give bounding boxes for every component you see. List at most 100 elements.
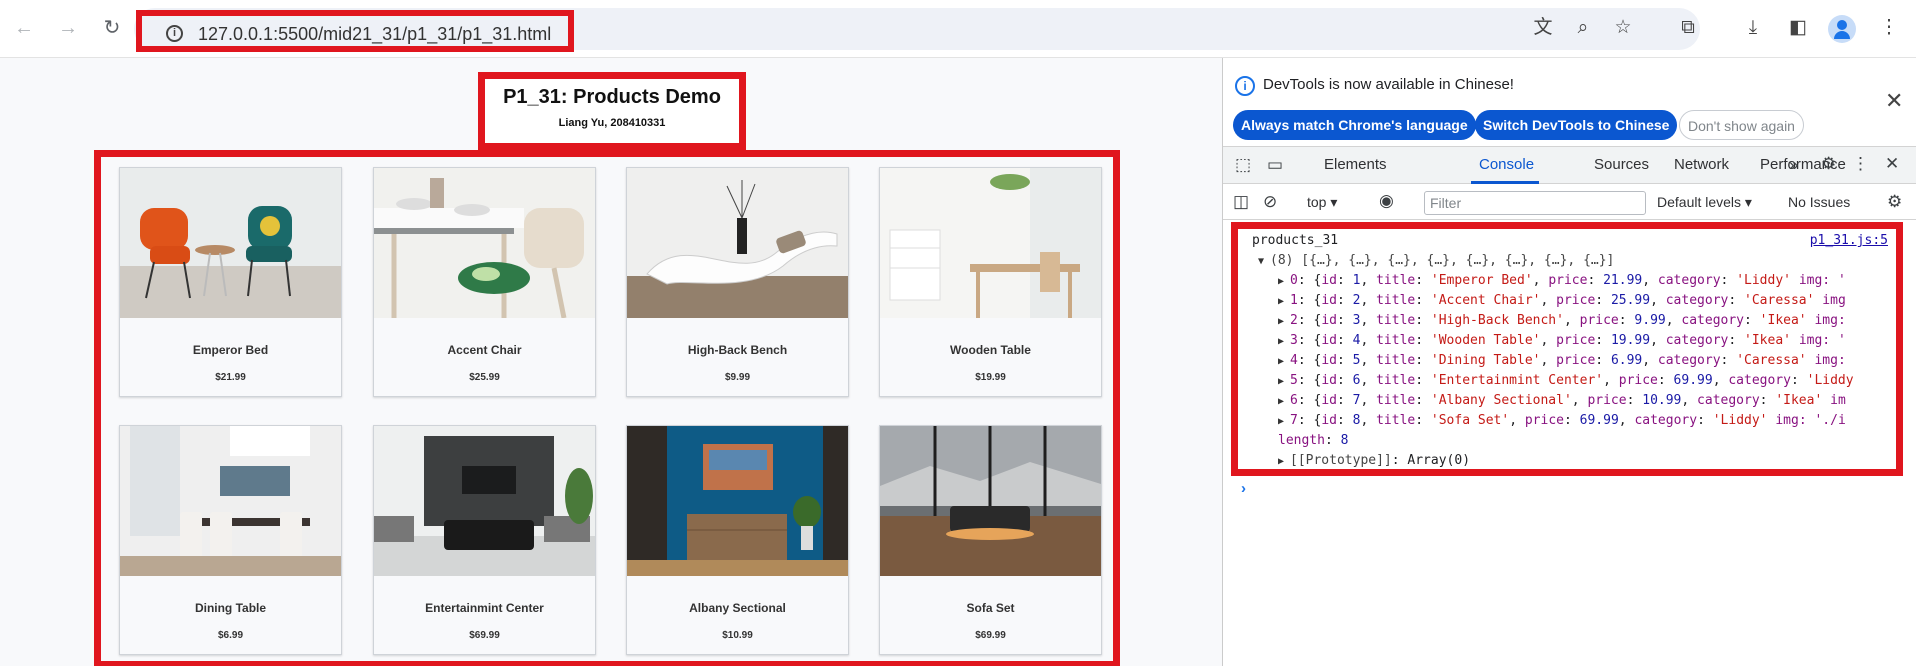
product-price: $25.99 <box>469 372 500 383</box>
row-tail: img: ' <box>1798 333 1846 348</box>
console-prompt-icon[interactable]: › <box>1241 480 1246 497</box>
expand-arrow-icon[interactable]: ▶ <box>1278 272 1290 292</box>
translate-icon[interactable]: 文 <box>1530 15 1556 41</box>
issues-counter[interactable]: No Issues <box>1788 194 1850 210</box>
product-price: $69.99 <box>975 630 1006 641</box>
array-length-line: length: 8 <box>1278 433 1349 448</box>
tab-sources[interactable]: Sources <box>1594 156 1649 173</box>
row-id: 5 <box>1352 353 1361 368</box>
zoom-icon[interactable]: ⌕ <box>1570 15 1596 41</box>
source-link[interactable]: p1_31.js:5 <box>1810 233 1888 248</box>
context-selector[interactable]: top ▾ <box>1307 194 1337 211</box>
side-panel-icon[interactable]: ◧ <box>1785 15 1811 41</box>
product-card[interactable]: Entertainmint Center $69.99 <box>373 425 596 655</box>
array-item-row[interactable]: ▶ 6: {id: 7, title: 'Albany Sectional', p… <box>1278 391 1846 411</box>
profile-avatar-icon[interactable] <box>1828 15 1856 43</box>
tab-elements[interactable]: Elements <box>1324 156 1387 173</box>
row-id: 1 <box>1352 273 1361 288</box>
expand-arrow-icon[interactable]: ▶ <box>1278 392 1290 412</box>
expand-arrow-icon[interactable]: ▶ <box>1278 352 1290 372</box>
array-item-row[interactable]: ▶ 3: {id: 4, title: 'Wooden Table', price… <box>1278 331 1846 351</box>
array-item-row[interactable]: ▶ 7: {id: 8, title: 'Sofa Set', price: 69… <box>1278 411 1846 431</box>
download-icon[interactable]: ⤓ <box>1740 15 1766 41</box>
row-tail: im <box>1830 393 1846 408</box>
row-title: 'Albany Sectional' <box>1430 393 1572 408</box>
row-price: 9.99 <box>1634 313 1666 328</box>
inspect-element-icon[interactable]: ⬚ <box>1235 155 1251 175</box>
reload-icon[interactable]: ↻ <box>98 14 126 42</box>
sidebar-toggle-icon[interactable]: ◫ <box>1233 192 1249 212</box>
product-title: Accent Chair <box>447 343 522 357</box>
dont-show-again-button[interactable]: Don't show again <box>1679 110 1804 140</box>
product-title: Wooden Table <box>950 343 1031 357</box>
close-banner-icon[interactable]: ✕ <box>1885 90 1903 112</box>
product-image <box>374 168 595 318</box>
product-title: Sofa Set <box>966 601 1015 615</box>
product-title: Emperor Bed <box>192 343 269 357</box>
product-card[interactable]: Wooden Table $19.99 <box>879 167 1102 397</box>
array-item-row[interactable]: ▶ 5: {id: 6, title: 'Entertainmint Center… <box>1278 371 1854 391</box>
bookmark-star-icon[interactable]: ☆ <box>1610 15 1636 41</box>
tab-console[interactable]: Console <box>1479 156 1534 173</box>
row-title: 'Dining Table' <box>1430 353 1541 368</box>
extensions-icon[interactable]: ⧉ <box>1675 15 1701 41</box>
live-expression-eye-icon[interactable]: ◉ <box>1379 191 1394 211</box>
product-title: Dining Table <box>194 601 267 615</box>
console-settings-icon[interactable]: ⚙ <box>1887 192 1902 212</box>
tab-network[interactable]: Network <box>1674 156 1729 173</box>
more-tabs-icon[interactable]: » <box>1789 155 1798 175</box>
row-price: 21.99 <box>1603 273 1643 288</box>
row-id: 3 <box>1352 313 1361 328</box>
array-prototype-line[interactable]: ▶ [[Prototype]]: Array(0) <box>1278 451 1470 471</box>
switch-language-button[interactable]: Switch DevTools to Chinese <box>1475 110 1678 140</box>
product-card[interactable]: Albany Sectional $10.99 <box>626 425 849 655</box>
product-card[interactable]: Accent Chair $25.99 <box>373 167 596 397</box>
row-price: 19.99 <box>1610 333 1651 348</box>
row-id: 2 <box>1352 293 1361 308</box>
expand-arrow-icon[interactable]: ▶ <box>1278 452 1290 472</box>
row-index: 3 <box>1290 333 1298 348</box>
expand-arrow-icon[interactable]: ▼ <box>1258 252 1270 272</box>
close-devtools-icon[interactable]: ✕ <box>1885 154 1899 174</box>
console-output: products_31 p1_31.js:5 ▼ (8) [{…}, {…}, {… <box>1231 222 1903 476</box>
page-title: P1_31: Products Demo <box>503 86 721 108</box>
product-price: $6.99 <box>217 630 244 641</box>
expand-arrow-icon[interactable]: ▶ <box>1278 332 1290 352</box>
expand-arrow-icon[interactable]: ▶ <box>1278 312 1290 332</box>
product-card[interactable]: Dining Table $6.99 <box>119 425 342 655</box>
array-summary[interactable]: ▼ (8) [{…}, {…}, {…}, {…}, {…}, {…}, {…},… <box>1258 251 1614 271</box>
row-index: 7 <box>1290 413 1298 428</box>
expand-arrow-icon[interactable]: ▶ <box>1278 412 1290 432</box>
expand-arrow-icon[interactable]: ▶ <box>1278 292 1290 312</box>
product-price: $10.99 <box>722 630 753 641</box>
product-card[interactable]: Emperor Bed $21.99 <box>119 167 342 397</box>
log-levels-dropdown[interactable]: Default levels ▾ <box>1657 194 1752 211</box>
array-item-row[interactable]: ▶ 0: {id: 1, title: 'Emperor Bed', price:… <box>1278 271 1846 291</box>
menu-kebab-icon[interactable]: ⋮ <box>1876 15 1902 41</box>
back-icon[interactable]: ← <box>10 14 38 42</box>
forward-icon[interactable]: → <box>54 14 82 42</box>
row-category: 'Liddy' <box>1736 273 1791 288</box>
filter-input[interactable]: Filter <box>1424 191 1646 215</box>
array-item-row[interactable]: ▶ 1: {id: 2, title: 'Accent Chair', price… <box>1278 291 1846 311</box>
product-card[interactable]: High-Back Bench $9.99 <box>626 167 849 397</box>
product-card[interactable]: Sofa Set $69.99 <box>879 425 1102 655</box>
row-category: 'Caressa' <box>1736 353 1807 368</box>
product-price: $9.99 <box>724 372 751 383</box>
devtools-menu-icon[interactable]: ⋮ <box>1852 154 1869 174</box>
product-image <box>120 426 341 576</box>
site-info-icon[interactable]: i <box>166 25 183 42</box>
row-category: 'Ikea' <box>1759 313 1807 328</box>
prototype-value: Array(0) <box>1407 453 1471 468</box>
expand-arrow-icon[interactable]: ▶ <box>1278 372 1290 392</box>
clear-console-icon[interactable]: ⊘ <box>1263 192 1277 212</box>
device-toolbar-icon[interactable]: ▭ <box>1267 155 1283 175</box>
array-item-row[interactable]: ▶ 2: {id: 3, title: 'High-Back Bench', pr… <box>1278 311 1846 331</box>
match-language-button[interactable]: Always match Chrome's language <box>1233 110 1476 140</box>
array-item-row[interactable]: ▶ 4: {id: 5, title: 'Dining Table', price… <box>1278 351 1846 371</box>
row-title: 'Entertainmint Center' <box>1430 373 1604 388</box>
product-image <box>880 168 1101 318</box>
row-title: 'Sofa Set' <box>1430 413 1510 428</box>
address-bar[interactable]: i 127.0.0.1:5500/mid21_31/p1_31/p1_31.ht… <box>136 10 574 52</box>
settings-gear-icon[interactable]: ⚙ <box>1821 154 1836 174</box>
